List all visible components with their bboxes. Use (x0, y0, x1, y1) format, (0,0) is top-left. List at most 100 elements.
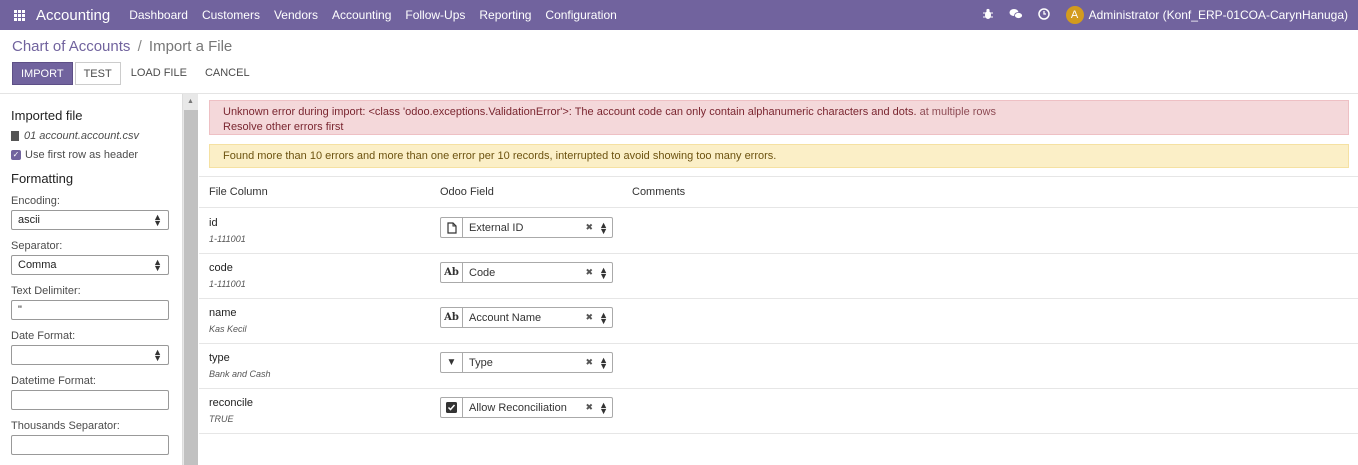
scroll-up-icon[interactable]: ▲ (187, 98, 194, 105)
user-menu[interactable]: Administrator (Konf_ERP-01COA-CarynHanug… (1089, 8, 1348, 22)
checkbox-icon (441, 398, 463, 417)
thousands-separator-label: Thousands Separator: (11, 420, 120, 432)
header-option-label: Use first row as header (25, 149, 139, 161)
header-comments: Comments (632, 186, 686, 198)
datetime-format-label: Datetime Format: (11, 375, 96, 387)
cancel-button[interactable]: CANCEL (197, 62, 258, 85)
menu-reporting[interactable]: Reporting (472, 0, 538, 30)
menu-dashboard[interactable]: Dashboard (122, 0, 195, 30)
separator-select[interactable]: Comma ▲ ▼ (11, 255, 169, 275)
odoo-field-select[interactable]: Allow Reconciliation ✖ ▲ ▼ (440, 397, 613, 418)
main-menu: Dashboard Customers Vendors Accounting F… (122, 0, 624, 30)
date-format-select[interactable]: ▲ ▼ (11, 345, 169, 365)
menu-configuration[interactable]: Configuration (538, 0, 623, 30)
column-sample: 1-111001 (209, 234, 246, 244)
breadcrumb-parent[interactable]: Chart of Accounts (12, 38, 130, 55)
column-sample: TRUE (209, 414, 234, 424)
column-sample: Bank and Cash (209, 369, 271, 379)
breadcrumb-separator: / (137, 38, 142, 55)
app-brand[interactable]: Accounting (36, 7, 110, 24)
header-option[interactable]: ✓ Use first row as header (11, 149, 171, 161)
error-message: Unknown error during import: <class 'odo… (223, 106, 917, 118)
clear-icon[interactable]: ✖ (586, 267, 594, 278)
error-suffix: at multiple rows (916, 106, 996, 118)
scroll-thumb[interactable] (184, 110, 198, 465)
odoo-field-value: Type (469, 356, 493, 369)
column-name: id (209, 217, 218, 229)
select-arrows-icon: ▲ ▼ (599, 399, 608, 416)
import-button[interactable]: IMPORT (12, 62, 73, 85)
text-icon: Ab (441, 263, 463, 282)
apps-grid-icon[interactable] (14, 9, 25, 21)
select-arrows-icon: ▲ ▼ (153, 257, 162, 273)
test-button[interactable]: TEST (74, 62, 121, 85)
column-sample: 1-111001 (209, 279, 246, 289)
encoding-label: Encoding: (11, 195, 60, 207)
select-arrows-icon: ▲ ▼ (599, 309, 608, 326)
imported-file-title: Imported file (11, 108, 83, 123)
column-name: code (209, 262, 233, 274)
chat-icon[interactable] (1008, 8, 1024, 23)
import-preview: Unknown error during import: <class 'odo… (199, 94, 1358, 465)
odoo-field-value: Account Name (469, 311, 542, 324)
table-row: code 1-111001 Ab Code ✖ ▲ ▼ (199, 254, 1358, 299)
breadcrumb: Chart of Accounts / Import a File (12, 38, 232, 55)
clear-icon[interactable]: ✖ (586, 357, 594, 368)
select-arrows-icon: ▲ ▼ (153, 212, 162, 228)
delimiter-input[interactable]: " (11, 300, 169, 320)
header-odoo-field: Odoo Field (440, 186, 494, 198)
odoo-field-select[interactable]: External ID ✖ ▲ ▼ (440, 217, 613, 238)
date-format-label: Date Format: (11, 330, 76, 342)
column-name: reconcile (209, 397, 254, 409)
select-arrows-icon: ▲ ▼ (599, 354, 608, 371)
menu-follow-ups[interactable]: Follow-Ups (398, 0, 472, 30)
user-avatar[interactable]: A (1065, 6, 1084, 24)
menu-vendors[interactable]: Vendors (267, 0, 325, 30)
bug-icon[interactable] (980, 8, 996, 23)
action-buttons: IMPORT TEST LOAD FILE CANCEL (12, 62, 258, 85)
import-options-sidebar: Imported file 01 account.account.csv ✓ U… (0, 94, 182, 465)
delimiter-value: " (18, 304, 22, 316)
encoding-select[interactable]: ascii ▲ ▼ (11, 210, 169, 230)
warning-alert: Found more than 10 errors and more than … (209, 144, 1349, 168)
separator-label: Separator: (11, 240, 63, 252)
header-file-column: File Column (209, 186, 268, 198)
clear-icon[interactable]: ✖ (586, 312, 594, 323)
column-sample: Kas Kecil (209, 324, 247, 334)
sidebar-scrollbar[interactable]: ▲ (182, 94, 198, 465)
file-name-line: 01 account.account.csv (11, 130, 171, 142)
select-arrows-icon: ▲ ▼ (153, 347, 162, 363)
table-row: type Bank and Cash ▼ Type ✖ ▲ ▼ (199, 344, 1358, 389)
caret-down-icon: ▼ (441, 353, 463, 372)
column-name: type (209, 352, 230, 364)
file-icon (11, 131, 19, 141)
separator-value: Comma (18, 259, 57, 271)
table-row: id 1-111001 External ID ✖ ▲ ▼ (199, 209, 1358, 254)
odoo-field-select[interactable]: Ab Code ✖ ▲ ▼ (440, 262, 613, 283)
table-row: name Kas Kecil Ab Account Name ✖ ▲ ▼ (199, 299, 1358, 344)
select-arrows-icon: ▲ ▼ (599, 219, 608, 236)
clock-icon[interactable] (1036, 7, 1052, 23)
thousands-separator-select[interactable] (11, 435, 169, 455)
header-checkbox[interactable]: ✓ (11, 150, 21, 160)
load-file-button[interactable]: LOAD FILE (123, 62, 195, 85)
odoo-field-select[interactable]: Ab Account Name ✖ ▲ ▼ (440, 307, 613, 328)
file-name: 01 account.account.csv (24, 130, 139, 142)
text-icon: Ab (441, 308, 463, 327)
odoo-field-value: Code (469, 266, 496, 279)
top-navbar: Accounting Dashboard Customers Vendors A… (0, 0, 1358, 30)
delimiter-label: Text Delimiter: (11, 285, 81, 297)
clear-icon[interactable]: ✖ (586, 222, 594, 233)
formatting-title: Formatting (11, 171, 74, 186)
navbar-systray: A Administrator (Konf_ERP-01COA-CarynHan… (968, 0, 1348, 30)
menu-customers[interactable]: Customers (195, 0, 267, 30)
breadcrumb-current: Import a File (148, 38, 233, 55)
odoo-field-select[interactable]: ▼ Type ✖ ▲ ▼ (440, 352, 613, 373)
encoding-value: ascii (18, 214, 41, 226)
error-sub-message: Resolve other errors first (223, 121, 344, 133)
table-row: reconcile TRUE Allow Reconciliation ✖ ▲ ▼ (199, 389, 1358, 434)
clear-icon[interactable]: ✖ (586, 402, 594, 413)
menu-accounting[interactable]: Accounting (325, 0, 398, 30)
datetime-format-input[interactable] (11, 390, 169, 410)
odoo-field-value: Allow Reconciliation (469, 401, 567, 414)
